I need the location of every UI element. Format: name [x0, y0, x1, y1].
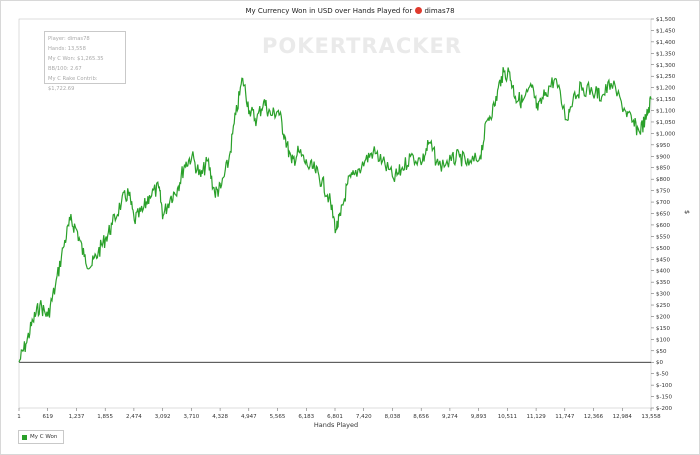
y-tick-label: $400	[656, 269, 670, 275]
y-tick-label: $550	[656, 234, 670, 240]
x-axis: 1 619 1,237 1,855 2,474 3,092 3,710 4,328 4,947 5…	[17, 408, 661, 420]
y-tick-label: $350	[656, 280, 670, 286]
y-tick-label: $700	[656, 200, 670, 206]
y-tick-label: $1,350	[656, 51, 676, 57]
x-tick-label: 6,801	[327, 414, 343, 420]
y-tick-label: $750	[656, 189, 670, 195]
infobox-player: Player: dimas78	[48, 36, 90, 42]
series-line-my-c-won	[18, 67, 652, 363]
y-axis: $1,500 $1,450 $1,400 $1,350 $1,300 $1,250 $1,2…	[651, 17, 676, 412]
infobox-won: My C Won: $1,265.35	[48, 56, 104, 62]
y-tick-label: $-50	[656, 372, 669, 378]
y-axis-title: $	[683, 210, 691, 214]
y-tick-label: $1,100	[656, 109, 676, 115]
x-tick-label: 12,366	[584, 414, 604, 420]
x-tick-label: 5,565	[270, 414, 286, 420]
chart-legend[interactable]: My C Won	[18, 430, 64, 444]
y-tick-label: $100	[656, 337, 670, 343]
x-tick-label: 1,237	[69, 414, 85, 420]
y-tick-label: $250	[656, 303, 670, 309]
x-tick-label: 4,947	[241, 414, 257, 420]
x-tick-label: 3,710	[183, 414, 199, 420]
y-tick-label: $950	[656, 143, 670, 149]
x-tick-label: 3,092	[155, 414, 171, 420]
y-tick-label: $850	[656, 166, 670, 172]
y-tick-label: $800	[656, 177, 670, 183]
x-tick-label: 13,558	[641, 414, 661, 420]
y-tick-label: $300	[656, 292, 670, 298]
y-tick-label: $150	[656, 326, 670, 332]
x-tick-label: 7,420	[356, 414, 372, 420]
y-tick-label: $1,200	[656, 86, 676, 92]
y-tick-label: $200	[656, 314, 670, 320]
y-tick-label: $50	[656, 349, 667, 355]
infobox-bb100: BB/100: 2.67	[48, 66, 82, 72]
green-square-icon	[22, 434, 27, 440]
y-tick-label: $600	[656, 223, 670, 229]
y-tick-label: $-200	[656, 406, 672, 412]
y-tick-label: $450	[656, 257, 670, 263]
x-tick-label: 11,129	[526, 414, 546, 420]
x-tick-label: 1	[17, 414, 21, 420]
y-tick-label: $1,000	[656, 131, 676, 137]
infobox-hands: Hands: 13,558	[48, 46, 86, 52]
x-tick-label: 2,474	[126, 414, 142, 420]
y-tick-label: $1,400	[656, 40, 676, 46]
stats-infobox: Player: dimas78 Hands: 13,558 My C Won: …	[44, 31, 126, 92]
x-axis-title: Hands Played	[314, 421, 358, 429]
y-tick-label: $1,250	[656, 74, 676, 80]
y-tick-label: $1,150	[656, 97, 676, 103]
x-tick-label: 10,511	[498, 414, 517, 420]
y-tick-label: $650	[656, 212, 670, 218]
legend-label: My C Won	[30, 434, 58, 440]
x-tick-label: 9,274	[442, 414, 458, 420]
x-tick-label: 8,038	[385, 414, 401, 420]
y-tick-label: $900	[656, 154, 670, 160]
y-tick-label: $0	[656, 360, 663, 366]
y-tick-label: $1,050	[656, 120, 676, 126]
x-tick-label: 11,747	[555, 414, 575, 420]
y-tick-label: $1,500	[656, 17, 676, 23]
y-tick-label: $500	[656, 246, 670, 252]
infobox-rake: My C Rake Contrib: $1,722.69	[48, 76, 98, 92]
x-tick-label: 9,893	[471, 414, 487, 420]
x-tick-label: 1,855	[97, 414, 113, 420]
y-tick-label: $-150	[656, 395, 672, 401]
x-tick-label: 8,656	[413, 414, 429, 420]
x-tick-label: 619	[42, 414, 53, 420]
y-tick-label: $-100	[656, 383, 672, 389]
y-tick-label: $1,450	[656, 28, 676, 34]
x-tick-label: 6,183	[298, 414, 314, 420]
x-tick-label: 12,984	[613, 414, 633, 420]
x-tick-label: 4,328	[212, 414, 228, 420]
y-tick-label: $1,300	[656, 63, 676, 69]
